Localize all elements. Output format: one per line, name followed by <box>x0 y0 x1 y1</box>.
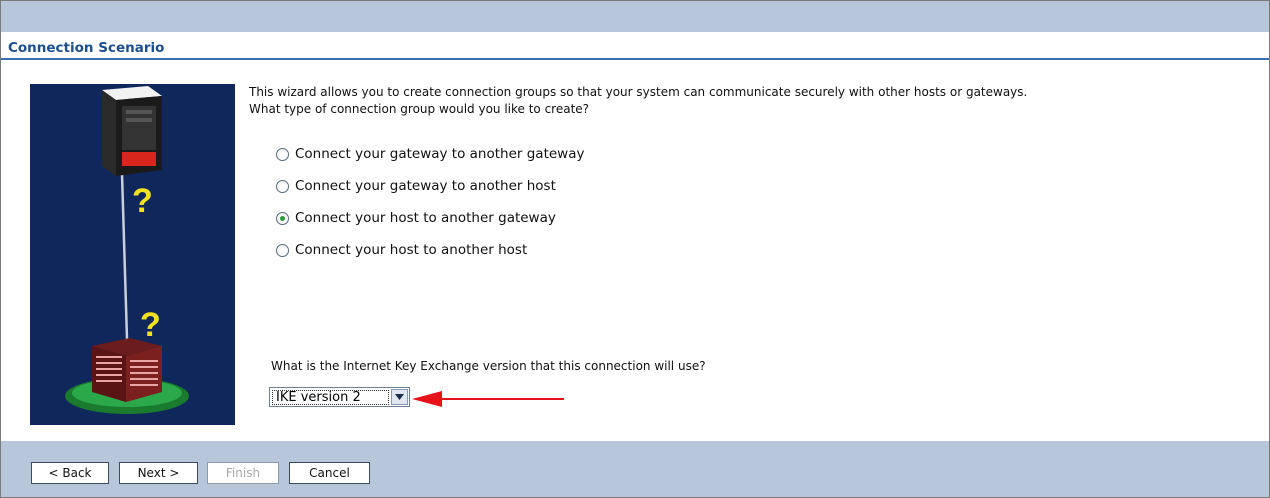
intro-question: What type of connection group would you … <box>249 102 590 116</box>
next-button[interactable]: Next > <box>119 462 198 484</box>
cancel-button[interactable]: Cancel <box>289 462 370 484</box>
option-gateway-to-gateway[interactable]: Connect your gateway to another gateway <box>276 144 584 164</box>
chevron-down-icon[interactable] <box>391 389 408 405</box>
option-gateway-to-host[interactable]: Connect your gateway to another host <box>276 176 556 196</box>
page-title: Connection Scenario <box>8 40 165 56</box>
radio-button-selected[interactable] <box>276 211 289 225</box>
option-host-to-gateway[interactable]: Connect your host to another gateway <box>276 208 556 228</box>
header-bar <box>1 1 1269 32</box>
server-building-icon: ? ? <box>65 86 189 414</box>
option-label: Connect your host to another gateway <box>295 210 556 226</box>
ike-version-value: IKE version 2 <box>272 389 389 405</box>
finish-button[interactable]: Finish <box>207 462 279 484</box>
radio-button[interactable] <box>276 179 289 193</box>
option-label: Connect your gateway to another gateway <box>295 146 585 162</box>
back-button[interactable]: < Back <box>31 462 109 484</box>
option-label: Connect your gateway to another host <box>295 178 556 194</box>
option-label: Connect your host to another host <box>295 242 528 258</box>
intro-text: This wizard allows you to create connect… <box>249 84 1267 118</box>
title-divider <box>1 58 1269 60</box>
ike-version-select[interactable]: IKE version 2 <box>269 387 410 407</box>
radio-button[interactable] <box>276 147 289 161</box>
svg-text:?: ? <box>132 182 153 220</box>
connection-illustration: ? ? <box>30 84 235 425</box>
radio-button[interactable] <box>276 243 289 257</box>
option-host-to-host[interactable]: Connect your host to another host <box>276 240 527 260</box>
red-arrow-icon <box>412 391 564 407</box>
svg-text:?: ? <box>140 306 161 344</box>
intro-description: This wizard allows you to create connect… <box>249 85 1028 99</box>
ike-version-question: What is the Internet Key Exchange versio… <box>271 359 706 373</box>
